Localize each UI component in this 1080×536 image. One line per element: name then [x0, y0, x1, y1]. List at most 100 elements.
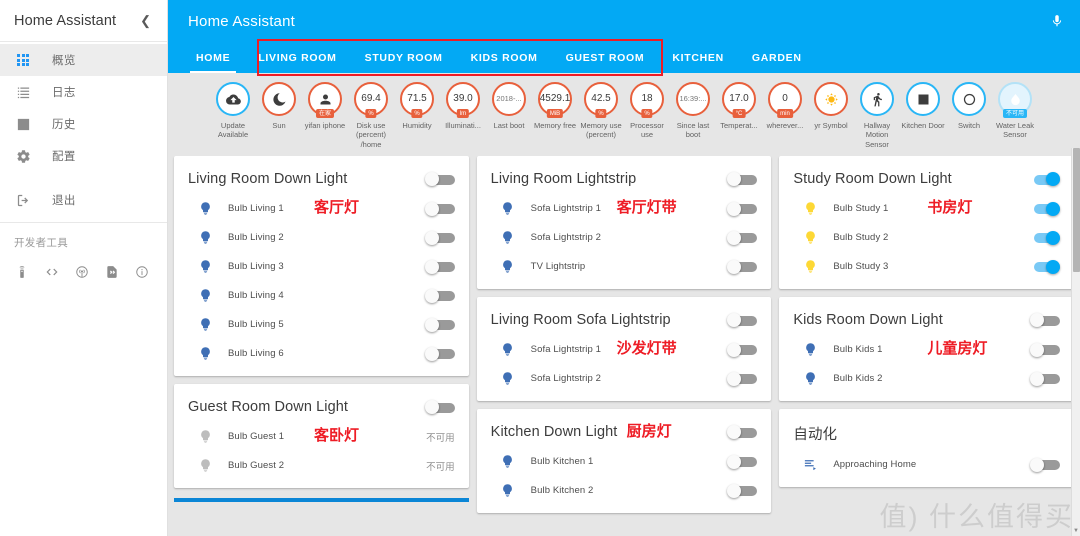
- badge[interactable]: 16:39:... Since last boot: [672, 82, 714, 140]
- toggle-switch[interactable]: [424, 230, 455, 245]
- entity-row[interactable]: Bulb Study 3: [779, 252, 1074, 281]
- badge-value: 16:39:...: [679, 94, 707, 104]
- sidebar-item-config[interactable]: 配置: [0, 140, 167, 172]
- toggle-knob: [1046, 230, 1061, 245]
- entity-row[interactable]: Sofa Lightstrip 1: [477, 335, 772, 364]
- tab-label: GUEST ROOM: [565, 51, 645, 64]
- badge[interactable]: Switch: [948, 82, 990, 130]
- toggle-switch[interactable]: [1030, 259, 1061, 274]
- toggle-switch[interactable]: [727, 172, 758, 187]
- entity-row[interactable]: Bulb Living 2: [174, 223, 469, 252]
- toggle-switch[interactable]: [727, 342, 758, 357]
- entity-row[interactable]: Bulb Guest 2 不可用: [174, 451, 469, 480]
- badge[interactable]: Update Available: [212, 82, 254, 140]
- entity-card: Study Room Down Light 书房灯 Bulb Study 1 Bulb…: [779, 156, 1075, 290]
- toggle-switch[interactable]: [727, 313, 758, 328]
- toggle-switch[interactable]: [727, 201, 758, 216]
- toggle-switch[interactable]: [727, 371, 758, 386]
- entity-row[interactable]: Bulb Kitchen 1: [477, 447, 772, 476]
- toggle-switch[interactable]: [424, 288, 455, 303]
- tab-guest-room[interactable]: GUEST ROOM: [552, 42, 659, 73]
- toggle-switch[interactable]: [1030, 342, 1061, 357]
- scroll-down-arrow-icon[interactable]: ▼: [1073, 528, 1079, 534]
- badge-unit: %: [365, 109, 377, 118]
- badge[interactable]: 69.4% Disk use (percent) /home: [350, 82, 392, 149]
- entity-row[interactable]: Bulb Living 4: [174, 281, 469, 310]
- entity-row[interactable]: Sofa Lightstrip 1: [477, 194, 772, 223]
- sidebar-item-history[interactable]: 历史: [0, 108, 167, 140]
- badge[interactable]: 18% Processor use: [626, 82, 668, 140]
- badge[interactable]: 39.0 lm Illuminati...: [442, 82, 484, 130]
- toggle-switch[interactable]: [727, 259, 758, 274]
- entity-row[interactable]: Sofa Lightstrip 2: [477, 223, 772, 252]
- badge[interactable]: yr Symbol: [810, 82, 852, 130]
- toggle-switch[interactable]: [1030, 201, 1061, 216]
- tab-kids-room[interactable]: KIDS ROOM: [457, 42, 552, 73]
- tab-bar: HOME LIVING ROOM STUDY ROOM KIDS ROOM GU…: [168, 39, 1080, 76]
- entity-row[interactable]: Bulb Study 2: [779, 223, 1074, 252]
- badge[interactable]: 不可用 Water Leak Sensor: [994, 82, 1036, 140]
- entity-row[interactable]: Bulb Living 3: [174, 252, 469, 281]
- code-icon[interactable]: [38, 258, 66, 286]
- entity-row[interactable]: Bulb Kids 1: [779, 335, 1074, 364]
- tab-study-room[interactable]: STUDY ROOM: [351, 42, 457, 73]
- toggle-switch[interactable]: [424, 201, 455, 216]
- sidebar-item-logout[interactable]: 退出: [0, 184, 167, 216]
- entity-row[interactable]: Bulb Kitchen 2: [477, 476, 772, 505]
- toggle-switch[interactable]: [727, 454, 758, 469]
- sidebar-collapse-icon[interactable]: ❮: [136, 11, 155, 31]
- entity-row[interactable]: Bulb Living 1: [174, 194, 469, 223]
- badge[interactable]: 在家 yifan iphone: [304, 82, 346, 130]
- badge-label: Update Available: [217, 121, 249, 140]
- toggle-switch[interactable]: [424, 259, 455, 274]
- toggle-switch[interactable]: [424, 172, 455, 187]
- toggle-switch[interactable]: [727, 230, 758, 245]
- entity-row[interactable]: TV Lightstrip: [477, 252, 772, 281]
- template-file-icon[interactable]: [98, 258, 126, 286]
- toggle-switch[interactable]: [1030, 371, 1061, 386]
- toggle-switch[interactable]: [1030, 230, 1061, 245]
- toggle-switch[interactable]: [424, 346, 455, 361]
- tab-living-room[interactable]: LIVING ROOM: [244, 42, 350, 73]
- info-icon[interactable]: [128, 258, 156, 286]
- badge-value: 42.5: [591, 93, 611, 104]
- sidebar-item-logbook[interactable]: 日志: [0, 76, 167, 108]
- toggle-knob: [727, 371, 742, 386]
- entity-row[interactable]: Approaching Home: [779, 450, 1074, 479]
- entity-row[interactable]: Sofa Lightstrip 2: [477, 364, 772, 393]
- automation-icon: [804, 460, 816, 471]
- vertical-scrollbar[interactable]: ▼: [1071, 148, 1080, 536]
- entity-row[interactable]: Bulb Living 6: [174, 339, 469, 368]
- remote-icon[interactable]: [8, 258, 36, 286]
- tab-kitchen[interactable]: KITCHEN: [658, 42, 738, 73]
- badge[interactable]: Sun: [258, 82, 300, 130]
- microphone-icon[interactable]: [1044, 8, 1070, 34]
- page-title: Home Assistant: [188, 12, 296, 30]
- toggle-switch[interactable]: [424, 317, 455, 332]
- badge[interactable]: 2018-... Last boot: [488, 82, 530, 130]
- badge[interactable]: Kitchen Door: [901, 82, 945, 130]
- entity-row[interactable]: Bulb Guest 1 不可用: [174, 422, 469, 451]
- badge[interactable]: 4529.1 MiB Memory free: [534, 82, 576, 130]
- sidebar-item-overview[interactable]: 概览: [0, 44, 167, 76]
- entity-row[interactable]: Bulb Living 5: [174, 310, 469, 339]
- toggle-switch[interactable]: [1030, 457, 1061, 472]
- tab-home[interactable]: HOME: [182, 42, 244, 73]
- water-drop-icon: [1010, 93, 1020, 105]
- badge[interactable]: 0 min wherever...: [764, 82, 806, 130]
- entity-row[interactable]: Bulb Kids 2: [779, 364, 1074, 393]
- toggle-switch[interactable]: [727, 483, 758, 498]
- scrollbar-thumb[interactable]: [1073, 148, 1080, 272]
- toggle-switch[interactable]: [1030, 313, 1061, 328]
- toggle-switch[interactable]: [424, 400, 455, 415]
- broadcast-icon[interactable]: [68, 258, 96, 286]
- tab-garden[interactable]: GARDEN: [738, 42, 816, 73]
- toggle-switch[interactable]: [1030, 172, 1061, 187]
- badge[interactable]: Hallway Motion Sensor: [856, 82, 898, 149]
- badge[interactable]: 17.0 °C Temperat...: [718, 82, 760, 130]
- badge[interactable]: 42.5% Memory use (percent): [580, 82, 622, 140]
- entity-row[interactable]: Bulb Study 1: [779, 194, 1074, 223]
- badge[interactable]: 71.5% Humidity: [396, 82, 438, 130]
- badge-value: 39.0: [453, 93, 473, 104]
- toggle-switch[interactable]: [727, 425, 758, 440]
